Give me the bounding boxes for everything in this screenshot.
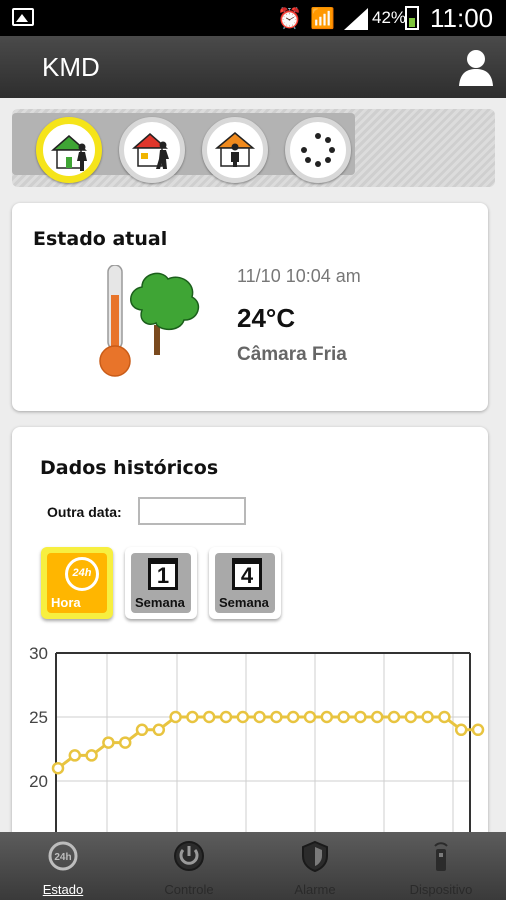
data-point: [169, 710, 182, 724]
period-week4-button[interactable]: 4 Semana: [209, 547, 281, 619]
action-bar: KMD: [0, 36, 506, 98]
period-week1-label: Semana: [135, 595, 185, 610]
data-point: [438, 710, 451, 724]
location-name: Câmara Fria: [237, 344, 347, 365]
data-point: [186, 710, 199, 724]
temperature-value: 24°C: [237, 303, 296, 333]
nav-estado-label: Estado: [42, 882, 84, 897]
y-tick-label: 30: [29, 644, 48, 663]
other-date-label: Outra data:: [47, 504, 122, 520]
home-present-icon: [51, 135, 87, 171]
data-point: [337, 710, 350, 724]
clock-time: 11:00: [430, 3, 494, 33]
battery-percent: 42%: [372, 8, 407, 27]
data-point: [370, 710, 384, 724]
history-line-chart: 30 25 20: [29, 644, 485, 847]
data-point: [421, 710, 434, 724]
clock-24h-icon: 24h: [65, 557, 99, 591]
app-title: KMD: [42, 52, 100, 82]
wifi-icon: 📶: [310, 6, 335, 30]
calendar-1-icon: 1: [148, 558, 178, 590]
data-point: [354, 710, 367, 724]
data-point: [454, 723, 468, 737]
data-point: [303, 710, 317, 724]
alarm-clock-icon: ⏰: [277, 6, 302, 30]
nav-alarme[interactable]: Alarme: [252, 832, 378, 900]
period-hour-label: Hora: [51, 595, 81, 610]
nav-estado[interactable]: 24h Estado: [0, 832, 126, 900]
mode-loading-button[interactable]: [285, 117, 351, 183]
data-point: [320, 710, 334, 724]
data-point: [471, 723, 485, 737]
data-point: [135, 723, 149, 737]
period-week4-label: Semana: [219, 595, 269, 610]
data-point: [202, 710, 216, 724]
period-hour-button[interactable]: 24h Hora: [41, 547, 113, 619]
nav-alarme-label: Alarme: [294, 882, 336, 897]
nav-controle[interactable]: Controle: [126, 832, 252, 900]
power-icon: [174, 841, 204, 871]
nav-dispositivo-label: Dispositivo: [409, 882, 473, 897]
data-point: [253, 710, 266, 724]
user-profile-icon[interactable]: [458, 48, 494, 86]
bottom-navigation: 24h Estado Controle Alarme Dispositivo: [0, 832, 506, 900]
current-state-card: Estado atual 11/10 10:04 am 24°C Câmara …: [12, 203, 488, 411]
calendar-4-icon: 4: [232, 558, 262, 590]
data-point: [51, 761, 65, 775]
reading-datetime: 11/10 10:04 am: [237, 266, 361, 286]
other-date-input[interactable]: [138, 497, 246, 525]
history-title: Dados históricos: [40, 457, 219, 479]
svg-text:24h: 24h: [54, 852, 71, 863]
data-point: [286, 710, 300, 724]
shield-icon: [302, 840, 328, 872]
home-person-icon: [214, 132, 256, 167]
mode-selector-bar: [12, 109, 495, 187]
signal-icon: [344, 8, 368, 30]
loading-spinner-icon: [301, 133, 335, 167]
data-point: [270, 710, 283, 724]
data-point: [236, 710, 250, 724]
y-tick-label: 20: [29, 772, 48, 791]
device-icon: [434, 842, 448, 871]
home-away-icon: [132, 133, 169, 169]
data-point: [219, 710, 233, 724]
data-point: [118, 736, 132, 749]
mode-home-person-button[interactable]: [202, 117, 268, 183]
data-point: [68, 749, 82, 762]
data-point: [152, 723, 166, 737]
history-card: Dados históricos Outra data: 24h Hora 1 …: [12, 427, 488, 847]
clock-24h-icon: 24h: [48, 841, 78, 871]
current-state-title: Estado atual: [33, 228, 168, 250]
gallery-notification-icon: [12, 8, 34, 26]
data-point: [387, 710, 401, 724]
battery-icon: [405, 6, 419, 30]
period-week1-button[interactable]: 1 Semana: [125, 547, 197, 619]
data-point: [102, 736, 115, 749]
thermometer-tree-icon: [99, 265, 200, 377]
nav-dispositivo[interactable]: Dispositivo: [378, 832, 504, 900]
status-bar: ⏰ 📶 42% 11:00: [0, 0, 506, 36]
mode-home-away-button[interactable]: [119, 117, 185, 183]
data-point: [85, 749, 98, 762]
nav-controle-label: Controle: [164, 882, 214, 897]
data-point: [404, 710, 418, 724]
mode-home-present-button[interactable]: [36, 117, 102, 183]
y-tick-label: 25: [29, 708, 48, 727]
